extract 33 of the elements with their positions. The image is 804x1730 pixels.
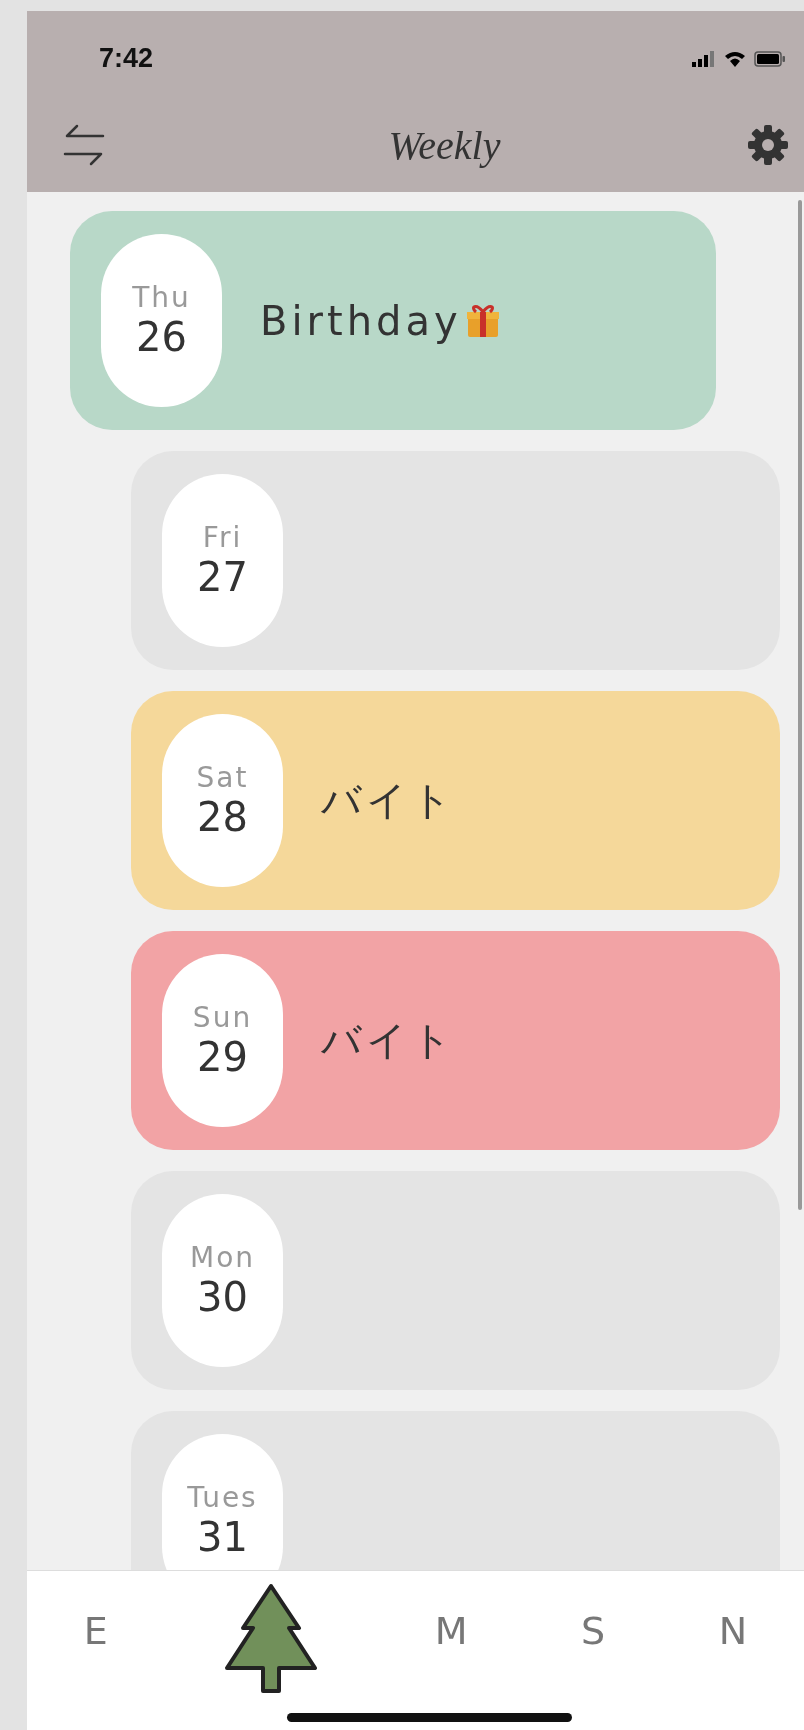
battery-icon [754,50,786,67]
weekday-label: Fri [202,521,243,554]
date-number: 29 [197,1034,248,1080]
event-note: バイト [321,1016,456,1065]
date-number: 30 [197,1274,248,1320]
weekday-label: Tues [187,1481,258,1514]
tab-letter[interactable]: N [718,1608,748,1653]
status-time: 7:42 [99,43,154,74]
weekday-label: Mon [189,1241,255,1274]
date-number: 26 [136,314,187,360]
swap-arrows-icon[interactable] [61,122,107,168]
wifi-icon [724,50,746,67]
day-card[interactable]: Tues 31 [131,1411,780,1570]
event-note: Birthday [260,297,462,344]
settings-icon[interactable] [746,123,790,167]
day-card[interactable]: Sun 29 バイト [131,931,780,1150]
screen-title: Weekly [388,121,501,169]
weekday-label: Sat [196,761,249,794]
date-number: 28 [197,794,248,840]
day-card[interactable]: Sat 28 バイト [131,691,780,910]
event-note: バイト [321,776,456,825]
weekday-label: Sun [192,1001,253,1034]
tab-letter[interactable]: M [434,1608,468,1653]
day-card[interactable]: Thu 26 Birthday [70,211,716,430]
day-card[interactable]: Mon 30 [131,1171,780,1390]
date-number: 31 [197,1514,248,1560]
scrollbar[interactable] [798,200,802,1210]
date-number: 27 [197,554,248,600]
tab-letter[interactable]: E [83,1608,108,1653]
signal-icon [692,50,716,67]
day-card[interactable]: Fri 27 [131,451,780,670]
tab-letter[interactable]: S [581,1608,606,1653]
weekday-label: Thu [132,281,191,314]
